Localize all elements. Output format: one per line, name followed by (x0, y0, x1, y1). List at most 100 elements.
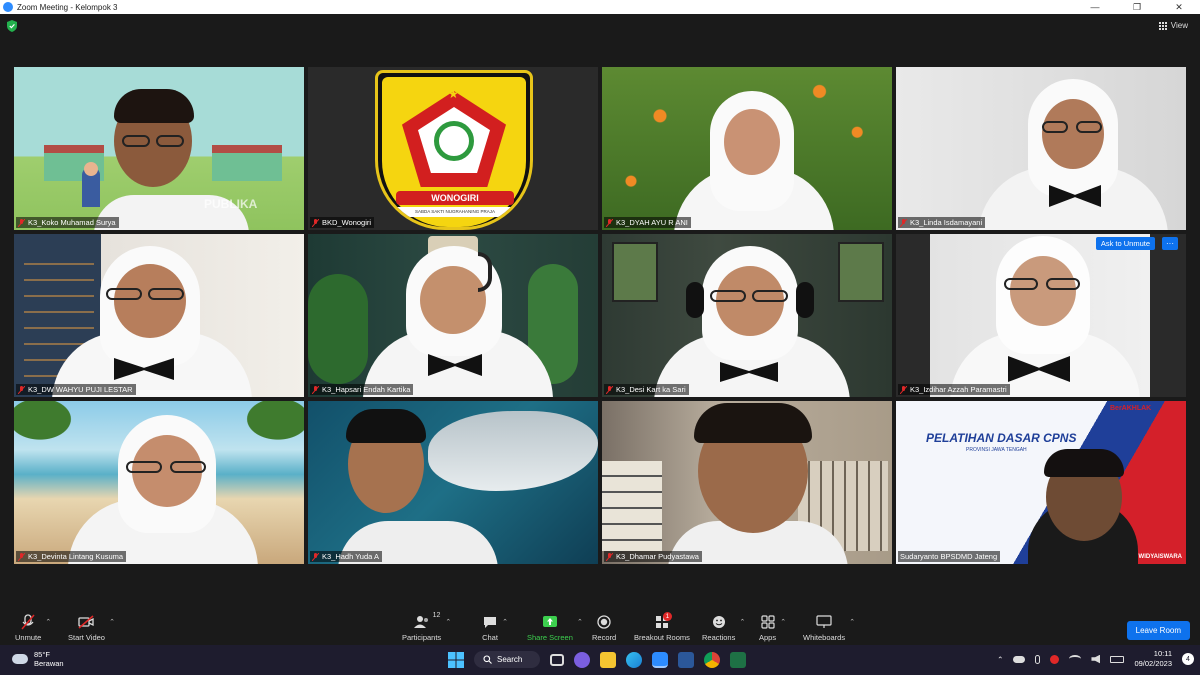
participant-name-tag: BKD_Wonogiri (310, 217, 375, 228)
teams-chat-icon[interactable] (574, 651, 591, 668)
weather-condition: Berawan (34, 659, 64, 668)
participant-name-tag: K3_Hapsari Endah Kartika (310, 384, 414, 395)
ask-to-unmute-button[interactable]: Ask to Unmute (1095, 237, 1155, 250)
onedrive-icon[interactable] (1013, 655, 1026, 663)
apps-button[interactable]: Apps ⌃ (759, 614, 786, 642)
chevron-up-icon[interactable]: ⌃ (45, 618, 51, 626)
windows-start-icon[interactable] (448, 651, 464, 668)
view-label: View (1170, 21, 1188, 30)
chevron-up-icon[interactable]: ⌃ (849, 618, 855, 626)
tray-app-icon[interactable] (1050, 654, 1060, 664)
security-shield-icon[interactable] (7, 20, 17, 32)
participant-tile[interactable]: K3_DW WAHYU PUJI LESTAR (14, 234, 304, 397)
taskbar-search[interactable]: Search (474, 651, 541, 668)
start-video-button[interactable]: Start Video ⌃ (68, 614, 115, 642)
record-button[interactable]: Record (592, 614, 616, 642)
file-explorer-icon[interactable] (600, 651, 617, 668)
smiley-icon (712, 616, 725, 628)
taskbar-apps: Search (448, 651, 747, 668)
grid-view-icon (1158, 21, 1167, 30)
search-label: Search (497, 655, 523, 664)
participant-tile[interactable]: K3_Linda Isdamayani (896, 67, 1186, 230)
participant-name: K3_Hapsari Endah Kartika (322, 385, 411, 394)
logo-motto: SABDA SAKTI NUGRAHANING PRAJA (392, 207, 518, 217)
participants-button[interactable]: 12 Participants ⌃ (402, 612, 451, 642)
participant-name-tag: K3_Devinta Lintang Kusuma (16, 551, 127, 562)
whiteboards-button[interactable]: Whiteboards ⌃ (803, 614, 855, 642)
participant-tile[interactable]: K3_Hadh Yuda A (308, 401, 598, 564)
record-icon (597, 615, 611, 629)
speaker-icon[interactable] (1091, 654, 1101, 664)
wifi-icon[interactable] (1069, 655, 1082, 663)
participant-name: K3_Dhamar Pudyastawa (616, 552, 699, 561)
unmute-button[interactable]: Unmute ⌃ (15, 614, 51, 642)
clock[interactable]: 10:11 09/02/2023 (1134, 649, 1172, 669)
close-button[interactable]: ✕ (1158, 0, 1200, 14)
battery-icon[interactable] (1110, 655, 1125, 663)
leave-room-button[interactable]: Leave Room (1126, 621, 1190, 640)
participant-tile[interactable]: K3_DYAH AYU R ANI (602, 67, 892, 230)
title-bar: Zoom Meeting - Kelompok 3 — ❐ ✕ (0, 0, 1200, 14)
share-screen-label: Share Screen (527, 633, 573, 642)
banner-subtitle: PROVINSI JAWA TENGAH (966, 447, 1027, 453)
participant-tile-active[interactable]: PELATIHAN DASAR CPNS PROVINSI JAWA TENGA… (896, 401, 1186, 564)
share-screen-button[interactable]: Share Screen ⌃ (527, 614, 583, 642)
word-icon[interactable] (678, 651, 695, 668)
participant-tile[interactable]: K3_Devinta Lintang Kusuma (14, 401, 304, 564)
chat-label: Chat (482, 633, 498, 642)
participant-tile[interactable]: K3_Desi Kart ka Sari (602, 234, 892, 397)
chevron-up-icon[interactable]: ⌃ (780, 618, 786, 626)
zoom-taskbar-icon[interactable] (652, 651, 669, 668)
participant-tile[interactable]: K3_Hapsari Endah Kartika (308, 234, 598, 397)
notification-badge[interactable]: 4 (1182, 653, 1194, 665)
minimize-button[interactable]: — (1074, 0, 1116, 14)
chrome-icon[interactable] (704, 651, 721, 668)
participant-tile[interactable]: PUBLIKA K3_Koko Muhamad Surya (14, 67, 304, 230)
participants-count: 12 (432, 612, 441, 619)
reactions-label: Reactions (702, 633, 736, 642)
maximize-button[interactable]: ❐ (1116, 0, 1158, 14)
muted-mic-icon (900, 218, 907, 227)
edge-browser-icon[interactable] (626, 651, 643, 668)
chevron-up-icon[interactable]: ⌃ (502, 618, 508, 626)
zoom-app-icon (3, 2, 13, 12)
window-controls: — ❐ ✕ (1074, 0, 1200, 14)
participant-name-tag: K3_DYAH AYU R ANI (604, 217, 691, 228)
unmute-label: Unmute (15, 633, 42, 642)
participant-tile[interactable]: ★ WONOGIRI SABDA SAKTI NUGRAHANING PRAJA… (308, 67, 598, 230)
meeting-toolbar: Unmute ⌃ Start Video ⌃ 12 Participants ⌃… (0, 612, 1200, 645)
participant-tile[interactable]: K3_Dhamar Pudyastawa (602, 401, 892, 564)
chevron-up-icon[interactable]: ⌃ (739, 618, 745, 626)
banner-brand: BerAKHLAK (1110, 405, 1152, 412)
participant-name: K3_Desi Kart ka Sari (616, 385, 686, 394)
breakout-rooms-label: Breakout Rooms (634, 633, 690, 642)
weather-widget[interactable]: 85°F Berawan (12, 650, 64, 668)
participant-name: K3_Koko Muhamad Surya (28, 218, 116, 227)
chevron-up-icon[interactable]: ⌃ (577, 618, 583, 626)
muted-mic-icon (606, 552, 613, 561)
clock-date: 09/02/2023 (1134, 659, 1172, 668)
chat-button[interactable]: Chat ⌃ (482, 614, 508, 642)
chevron-up-icon[interactable]: ⌃ (109, 618, 115, 626)
excel-icon[interactable] (730, 651, 747, 668)
more-options-button[interactable]: ··· (1162, 237, 1178, 250)
chevron-up-icon[interactable]: ⌃ (445, 618, 451, 626)
breakout-rooms-button[interactable]: 1 Breakout Rooms (634, 612, 690, 642)
start-video-label: Start Video (68, 633, 105, 642)
participant-name-tag: K3_Dhamar Pudyastawa (604, 551, 702, 562)
participant-tile[interactable]: Ask to Unmute ··· K3_Izdihar Azzah Param… (896, 234, 1186, 397)
view-button[interactable]: View (1158, 21, 1188, 30)
task-view-icon[interactable] (550, 653, 565, 666)
chevron-up-icon[interactable]: ⌃ (997, 655, 1003, 664)
reactions-button[interactable]: Reactions ⌃ (702, 614, 745, 642)
logo-text: WONOGIRI (396, 191, 514, 205)
video-off-icon (78, 615, 95, 629)
mic-icon[interactable] (1035, 654, 1041, 664)
share-screen-icon (542, 616, 557, 627)
muted-mic-icon (312, 218, 319, 227)
muted-mic-icon (18, 552, 25, 561)
participant-name: K3_Hadh Yuda A (322, 552, 379, 561)
muted-mic-icon (312, 552, 319, 561)
participant-name: K3_DYAH AYU R ANI (616, 218, 688, 227)
participant-name: K3_Linda Isdamayani (910, 218, 983, 227)
